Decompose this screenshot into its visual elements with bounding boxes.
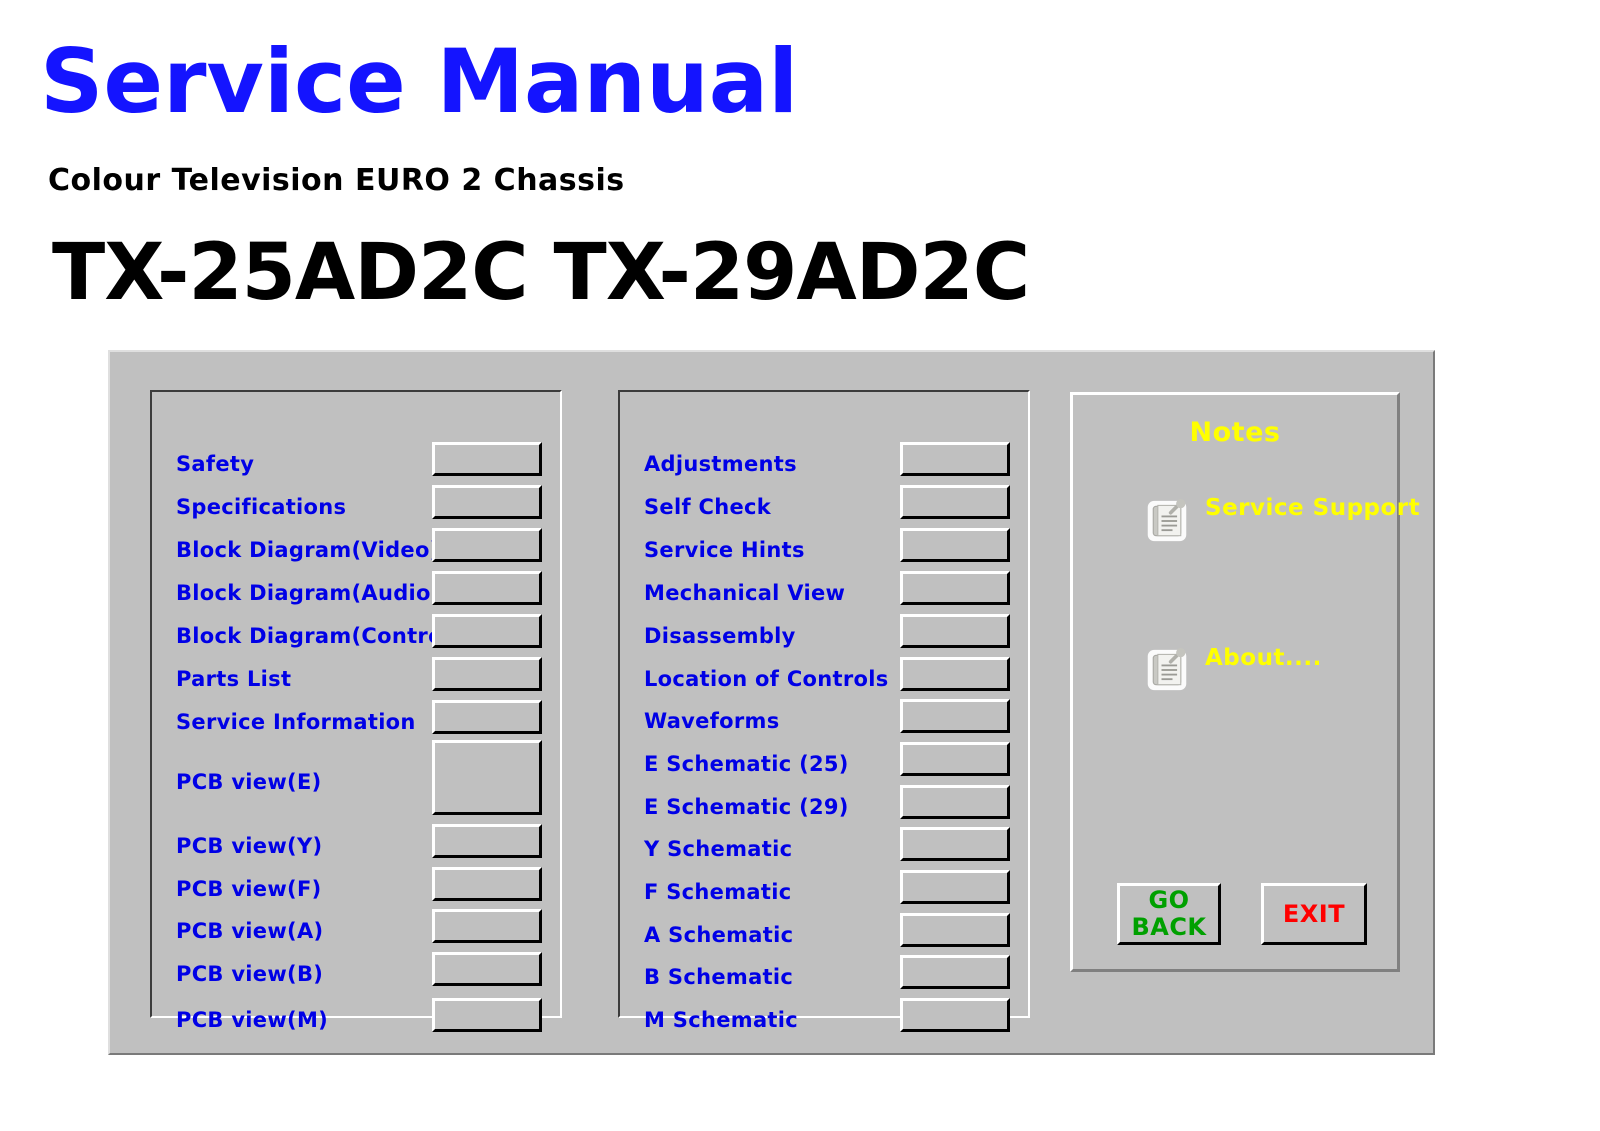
menu-label-mid-7[interactable]: E Schematic (25): [644, 752, 849, 776]
notepad-pen-icon: [1145, 647, 1189, 693]
menu-label-mid-1[interactable]: Self Check: [644, 495, 771, 519]
page-title: Service Manual: [40, 30, 799, 133]
menu-button-mid-0[interactable]: [900, 442, 1010, 476]
menu-button-mid-13[interactable]: [900, 998, 1010, 1032]
content-panel: Safety Specifications Block Diagram(Video)…: [108, 350, 1435, 1055]
menu-button-left-7[interactable]: [432, 740, 542, 815]
page-subtitle: Colour Television EURO 2 Chassis: [48, 163, 625, 198]
menu-label-left-2[interactable]: Block Diagram(Video): [176, 538, 440, 562]
menu-button-mid-10[interactable]: [900, 870, 1010, 904]
menu-button-left-9[interactable]: [432, 867, 542, 901]
middle-menu-group: Adjustments Self Check Service Hints Mechan…: [618, 390, 1030, 1032]
menu-button-mid-3[interactable]: [900, 571, 1010, 605]
left-menu-group: Safety Specifications Block Diagram(Video)…: [150, 390, 562, 1032]
menu-button-mid-5[interactable]: [900, 657, 1010, 691]
menu-button-left-12[interactable]: [432, 998, 542, 1032]
menu-label-mid-6[interactable]: Waveforms: [644, 709, 780, 733]
menu-button-left-0[interactable]: [432, 442, 542, 476]
menu-label-left-4[interactable]: Block Diagram(Control): [176, 624, 460, 648]
menu-button-mid-12[interactable]: [900, 955, 1010, 989]
menu-label-left-3[interactable]: Block Diagram(Audio): [176, 581, 441, 605]
model-number-2: TX-29AD2C: [553, 228, 1031, 318]
go-back-button[interactable]: GO BACK: [1117, 883, 1221, 945]
menu-button-left-5[interactable]: [432, 657, 542, 691]
menu-button-mid-7[interactable]: [900, 742, 1010, 776]
exit-label: EXIT: [1282, 899, 1346, 928]
notes-panel: Notes Service Support About.... GO BACK …: [1070, 392, 1420, 972]
model-numbers: TX-25AD2C TX-29AD2C: [52, 228, 1031, 318]
menu-label-mid-2[interactable]: Service Hints: [644, 538, 805, 562]
menu-label-left-0[interactable]: Safety: [176, 452, 254, 476]
notepad-pen-icon: [1145, 498, 1189, 544]
menu-label-mid-11[interactable]: A Schematic: [644, 923, 793, 947]
menu-button-left-1[interactable]: [432, 485, 542, 519]
menu-button-mid-1[interactable]: [900, 485, 1010, 519]
notes-title: Notes: [1189, 417, 1281, 448]
menu-label-left-12[interactable]: PCB view(M): [176, 1008, 328, 1032]
menu-label-left-8[interactable]: PCB view(Y): [176, 834, 322, 858]
menu-label-left-9[interactable]: PCB view(F): [176, 877, 322, 901]
menu-button-left-10[interactable]: [432, 909, 542, 943]
go-back-label: GO BACK: [1131, 886, 1207, 941]
menu-button-mid-6[interactable]: [900, 699, 1010, 733]
menu-button-mid-2[interactable]: [900, 528, 1010, 562]
menu-button-left-6[interactable]: [432, 700, 542, 734]
menu-button-mid-11[interactable]: [900, 913, 1010, 947]
menu-label-mid-3[interactable]: Mechanical View: [644, 581, 845, 605]
menu-label-mid-0[interactable]: Adjustments: [644, 452, 797, 476]
menu-label-left-7[interactable]: PCB view(E): [176, 770, 322, 794]
menu-button-left-2[interactable]: [432, 528, 542, 562]
menu-label-left-11[interactable]: PCB view(B): [176, 962, 323, 986]
menu-label-mid-10[interactable]: F Schematic: [644, 880, 791, 904]
menu-button-left-3[interactable]: [432, 571, 542, 605]
menu-label-left-10[interactable]: PCB view(A): [176, 919, 323, 943]
menu-button-mid-4[interactable]: [900, 614, 1010, 648]
model-number-1: TX-25AD2C: [52, 228, 529, 318]
menu-label-mid-5[interactable]: Location of Controls: [644, 667, 889, 691]
menu-label-mid-4[interactable]: Disassembly: [644, 624, 796, 648]
menu-label-mid-12[interactable]: B Schematic: [644, 965, 793, 989]
menu-label-mid-13[interactable]: M Schematic: [644, 1008, 798, 1032]
menu-label-left-6[interactable]: Service Information: [176, 710, 416, 734]
note-label-about: About....: [1205, 645, 1322, 671]
menu-button-mid-9[interactable]: [900, 827, 1010, 861]
note-label-service-support: Service Support: [1205, 495, 1421, 521]
exit-button[interactable]: EXIT: [1261, 883, 1367, 945]
menu-label-left-1[interactable]: Specifications: [176, 495, 346, 519]
menu-button-left-11[interactable]: [432, 952, 542, 986]
menu-label-left-5[interactable]: Parts List: [176, 667, 291, 691]
menu-label-mid-9[interactable]: Y Schematic: [644, 837, 792, 861]
menu-button-left-4[interactable]: [432, 614, 542, 648]
menu-button-mid-8[interactable]: [900, 785, 1010, 819]
menu-button-left-8[interactable]: [432, 824, 542, 858]
menu-label-mid-8[interactable]: E Schematic (29): [644, 795, 849, 819]
